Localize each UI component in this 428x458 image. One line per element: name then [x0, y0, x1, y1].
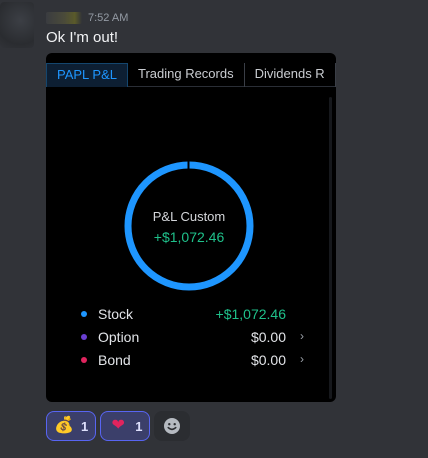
- legend-label: Option: [98, 329, 140, 345]
- donut-ring: [124, 161, 254, 291]
- tab-papl-pnl[interactable]: PAPL P&L: [46, 63, 128, 87]
- smile-add-icon: [164, 418, 181, 434]
- pnl-donut-chart: [124, 160, 254, 291]
- tab-trading-records[interactable]: Trading Records: [128, 63, 245, 87]
- message-header: 7:52 AM: [46, 9, 128, 27]
- legend-row-option[interactable]: Option $0.00 ›: [81, 327, 306, 347]
- heart-icon: ❤: [111, 417, 125, 434]
- legend-label: Stock: [98, 306, 134, 322]
- chevron-right-icon[interactable]: ›: [300, 329, 304, 343]
- username[interactable]: [46, 12, 82, 24]
- legend-value: $0.00: [250, 352, 286, 368]
- legend-value: +$1,072.46: [215, 306, 286, 322]
- chat-message: 7:52 AM Ok I'm out! PAPL P&L Trading Rec…: [0, 0, 428, 458]
- legend-dot-stock: [81, 311, 87, 317]
- add-reaction-button[interactable]: [154, 411, 191, 441]
- legend-dot-bond: [81, 357, 87, 363]
- scrollbar[interactable]: [329, 97, 332, 399]
- tab-dividends[interactable]: Dividends R: [245, 63, 336, 87]
- reaction-bar: 💰 1 ❤ 1: [46, 411, 191, 441]
- legend-label: Bond: [98, 352, 131, 368]
- legend-dot-option: [81, 334, 87, 340]
- donut-value: +$1,072.46: [153, 229, 225, 245]
- chevron-right-icon[interactable]: ›: [300, 352, 304, 366]
- tab-bar: PAPL P&L Trading Records Dividends R: [46, 63, 336, 87]
- reaction-money-bag[interactable]: 💰 1: [46, 411, 97, 441]
- reaction-heart[interactable]: ❤ 1: [100, 411, 151, 441]
- money-bag-icon: 💰: [54, 417, 74, 434]
- message-text: Ok I'm out!: [46, 29, 119, 46]
- legend-row-bond[interactable]: Bond $0.00 ›: [81, 350, 306, 370]
- legend-row-stock: Stock +$1,072.46: [81, 304, 306, 324]
- timestamp: 7:52 AM: [88, 12, 129, 24]
- pnl-embed-image[interactable]: PAPL P&L Trading Records Dividends R P&L…: [46, 53, 336, 402]
- reaction-count: 1: [135, 418, 143, 434]
- avatar[interactable]: [0, 2, 34, 48]
- donut-title: P&L Custom: [152, 209, 226, 224]
- legend-value: $0.00: [250, 329, 286, 345]
- reaction-count: 1: [81, 418, 89, 434]
